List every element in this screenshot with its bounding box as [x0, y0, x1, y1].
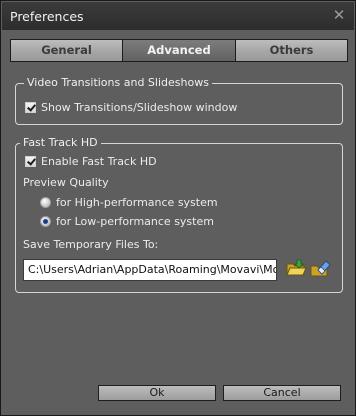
checkbox-box[interactable]	[25, 102, 36, 113]
tab-general[interactable]: General	[10, 39, 123, 62]
eraser-icon[interactable]	[309, 257, 331, 279]
radio-button[interactable]	[40, 216, 51, 227]
show-transitions-label: Show Transitions/Slideshow window	[41, 101, 238, 114]
radio-button[interactable]	[40, 197, 51, 208]
folder-browse-icon[interactable]	[285, 257, 307, 279]
radio-low-performance-label: for Low-performance system	[56, 215, 214, 228]
window-title: Preferences	[10, 9, 84, 24]
tab-advanced[interactable]: Advanced	[122, 39, 236, 62]
preferences-window: Preferences ✕ General Advanced Others Vi…	[0, 0, 356, 416]
enable-fast-track-label: Enable Fast Track HD	[41, 155, 157, 168]
save-temp-path-input[interactable]: C:\Users\Adrian\AppData\Roaming\Movavi\M…	[23, 259, 277, 281]
tab-bar: General Advanced Others	[10, 39, 348, 62]
video-transitions-legend: Video Transitions and Slideshows	[24, 76, 212, 90]
title-bar[interactable]: Preferences ✕	[2, 2, 354, 30]
radio-high-performance-label: for High-performance system	[56, 196, 218, 209]
video-transitions-group: Video Transitions and Slideshows Show Tr…	[15, 76, 343, 125]
tab-others[interactable]: Others	[235, 39, 348, 62]
cancel-button[interactable]: Cancel	[223, 385, 341, 401]
ok-button[interactable]: Ok	[98, 385, 216, 401]
close-icon[interactable]: ✕	[332, 8, 346, 23]
preview-quality-label: Preview Quality	[23, 176, 109, 189]
save-temp-label: Save Temporary Files To:	[23, 238, 159, 251]
fast-track-legend: Fast Track HD	[20, 136, 101, 150]
checkbox-box[interactable]	[25, 156, 36, 167]
